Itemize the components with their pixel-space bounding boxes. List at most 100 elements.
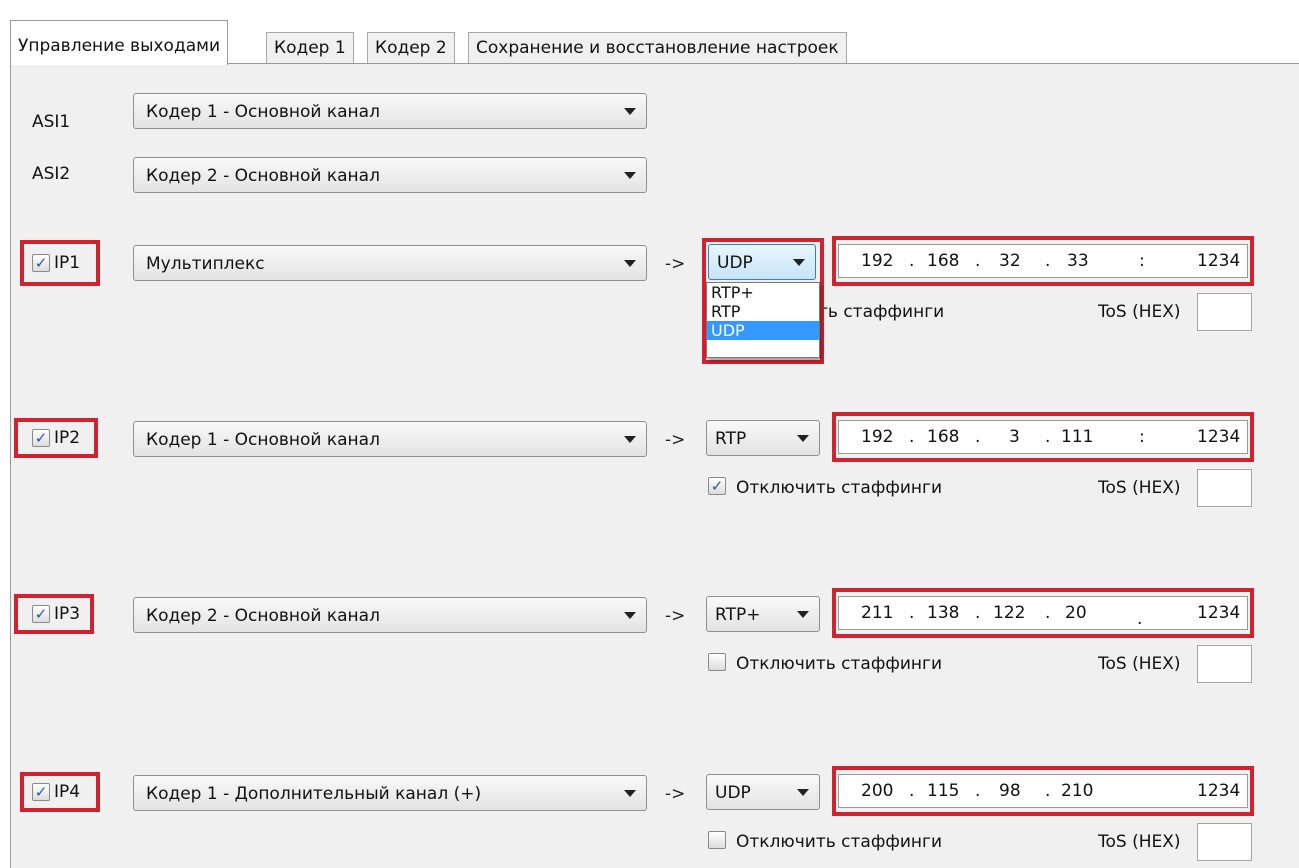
protocol-dropdown-list: RTP+ RTP UDP <box>706 282 820 358</box>
chevron-down-icon <box>624 260 636 267</box>
tab-save-restore[interactable]: Сохранение и восстановление настроек <box>468 32 847 64</box>
ip2-source-value: Кодер 1 - Основной канал <box>146 430 380 450</box>
ip4-octet-1: 200 <box>861 781 894 801</box>
ip1-protocol-select[interactable]: UDP <box>708 244 816 280</box>
ip2-address-input[interactable]: 192 . 168 . 3 . 111 : 1234 <box>838 420 1248 454</box>
ip3-protocol-value: RTP+ <box>715 605 761 625</box>
tab-encoder-1[interactable]: Кодер 1 <box>266 32 354 64</box>
ip1-octet-1: 192 <box>861 251 894 271</box>
asi1-label: ASI1 <box>32 112 71 132</box>
chevron-down-icon <box>797 435 809 442</box>
ip4-stuffing-label: Отключить стаффинги <box>736 832 943 852</box>
ip3-tos-input[interactable] <box>1197 645 1252 683</box>
ip3-octet-3: 122 <box>993 603 1026 623</box>
protocol-option-udp[interactable]: UDP <box>707 321 819 340</box>
chevron-down-icon <box>624 612 636 619</box>
ip2-stuffing-checkbox[interactable]: ✓ <box>708 477 726 495</box>
ip1-tos-input[interactable] <box>1197 293 1252 331</box>
ip4-tos-label: ToS (HEX) <box>1098 832 1181 852</box>
checkmark-icon: ✓ <box>710 477 724 495</box>
ip4-source-select[interactable]: Кодер 1 - Дополнительный канал (+) <box>133 775 647 811</box>
ip3-address-input[interactable]: 211 . 138 . 122 . 20 . 1234 <box>838 596 1248 630</box>
ip2-tos-label: ToS (HEX) <box>1098 478 1181 498</box>
ip3-port: 1234 <box>1197 603 1241 623</box>
ip1-protocol-value: UDP <box>717 253 753 273</box>
ip1-octet-3: 32 <box>999 251 1021 271</box>
ip1-source-value: Мультиплекс <box>146 254 265 274</box>
ip2-protocol-value: RTP <box>715 429 747 449</box>
ip3-stuffing-label: Отключить стаффинги <box>736 654 943 674</box>
ip3-protocol-select[interactable]: RTP+ <box>706 596 820 632</box>
ip2-stuffing-label: Отключить стаффинги <box>736 478 943 498</box>
ip1-address-input[interactable]: 192 . 168 . 32 . 33 : 1234 <box>838 244 1248 278</box>
asi2-source-value: Кодер 2 - Основной канал <box>146 166 380 186</box>
ip2-arrow: -> <box>665 430 686 450</box>
protocol-option-rtp-plus[interactable]: RTP+ <box>707 283 819 302</box>
ip2-enable-checkbox[interactable]: ✓ <box>32 429 50 447</box>
ip1-port: 1234 <box>1197 251 1241 271</box>
ip3-source-value: Кодер 2 - Основной канал <box>146 606 380 626</box>
asi2-source-select[interactable]: Кодер 2 - Основной канал <box>133 157 647 193</box>
ip3-dot-2: . <box>975 603 981 623</box>
ip4-octet-2: 115 <box>927 781 960 801</box>
ip4-dot-3: . <box>1045 781 1051 801</box>
protocol-option-rtp[interactable]: RTP <box>707 302 819 321</box>
ip4-protocol-select[interactable]: UDP <box>706 774 820 810</box>
ip2-octet-4: 111 <box>1061 427 1094 447</box>
ip3-tos-label: ToS (HEX) <box>1098 654 1181 674</box>
ip4-tos-input[interactable] <box>1197 823 1252 861</box>
ip2-octet-1: 192 <box>861 427 894 447</box>
ip3-octet-4: 20 <box>1065 603 1087 623</box>
ip3-source-select[interactable]: Кодер 2 - Основной канал <box>133 597 647 633</box>
ip2-port-separator: : <box>1139 427 1145 447</box>
ip1-octet-4: 33 <box>1067 251 1089 271</box>
ip3-port-separator: . <box>1137 609 1143 629</box>
ip3-enable-checkbox[interactable]: ✓ <box>32 605 50 623</box>
ip2-source-select[interactable]: Кодер 1 - Основной канал <box>133 421 647 457</box>
ip1-source-select[interactable]: Мультиплекс <box>133 245 647 281</box>
ip1-label: IP1 <box>54 253 81 273</box>
ip1-dot-2: . <box>975 251 981 271</box>
chevron-down-icon <box>797 611 809 618</box>
ip4-dot-1: . <box>909 781 915 801</box>
ip2-label: IP2 <box>54 428 81 448</box>
checkmark-icon: ✓ <box>34 783 48 801</box>
ip2-octet-3: 3 <box>1009 427 1020 447</box>
ip1-enable-checkbox[interactable]: ✓ <box>32 254 50 272</box>
ip2-port: 1234 <box>1197 427 1241 447</box>
ip4-dot-2: . <box>975 781 981 801</box>
ip4-octet-3: 98 <box>999 781 1021 801</box>
chevron-down-icon <box>793 259 805 266</box>
tab-encoder-2[interactable]: Кодер 2 <box>367 32 455 64</box>
ip3-octet-2: 138 <box>927 603 960 623</box>
chevron-down-icon <box>624 790 636 797</box>
ip1-octet-2: 168 <box>927 251 960 271</box>
checkmark-icon: ✓ <box>34 429 48 447</box>
ip1-dot-3: . <box>1045 251 1051 271</box>
ip1-stuffing-label: ть стаффинги <box>818 302 945 322</box>
asi1-source-select[interactable]: Кодер 1 - Основной канал <box>133 93 647 129</box>
ip1-arrow: -> <box>665 254 686 274</box>
ip4-label: IP4 <box>54 782 81 802</box>
ip3-label: IP3 <box>54 604 81 624</box>
ip3-octet-1: 211 <box>861 603 894 623</box>
ip2-dot-2: . <box>975 427 981 447</box>
ip4-stuffing-checkbox[interactable] <box>708 831 726 849</box>
ip3-stuffing-checkbox[interactable] <box>708 653 726 671</box>
chevron-down-icon <box>624 436 636 443</box>
asi1-source-value: Кодер 1 - Основной канал <box>146 102 380 122</box>
ip3-arrow: -> <box>665 606 686 626</box>
ip4-port: 1234 <box>1197 781 1241 801</box>
ip4-arrow: -> <box>665 784 686 804</box>
ip2-tos-input[interactable] <box>1197 469 1252 507</box>
ip4-address-input[interactable]: 200 . 115 . 98 . 210 1234 <box>838 774 1248 808</box>
ip2-dot-3: . <box>1045 427 1051 447</box>
ip4-enable-checkbox[interactable]: ✓ <box>32 783 50 801</box>
ip2-octet-2: 168 <box>927 427 960 447</box>
ip4-protocol-value: UDP <box>715 783 751 803</box>
ip3-dot-1: . <box>909 603 915 623</box>
ip4-octet-4: 210 <box>1061 781 1094 801</box>
tab-output-control[interactable]: Управление выходами <box>10 20 228 65</box>
ip2-protocol-select[interactable]: RTP <box>706 420 820 456</box>
ip3-dot-3: . <box>1045 603 1051 623</box>
